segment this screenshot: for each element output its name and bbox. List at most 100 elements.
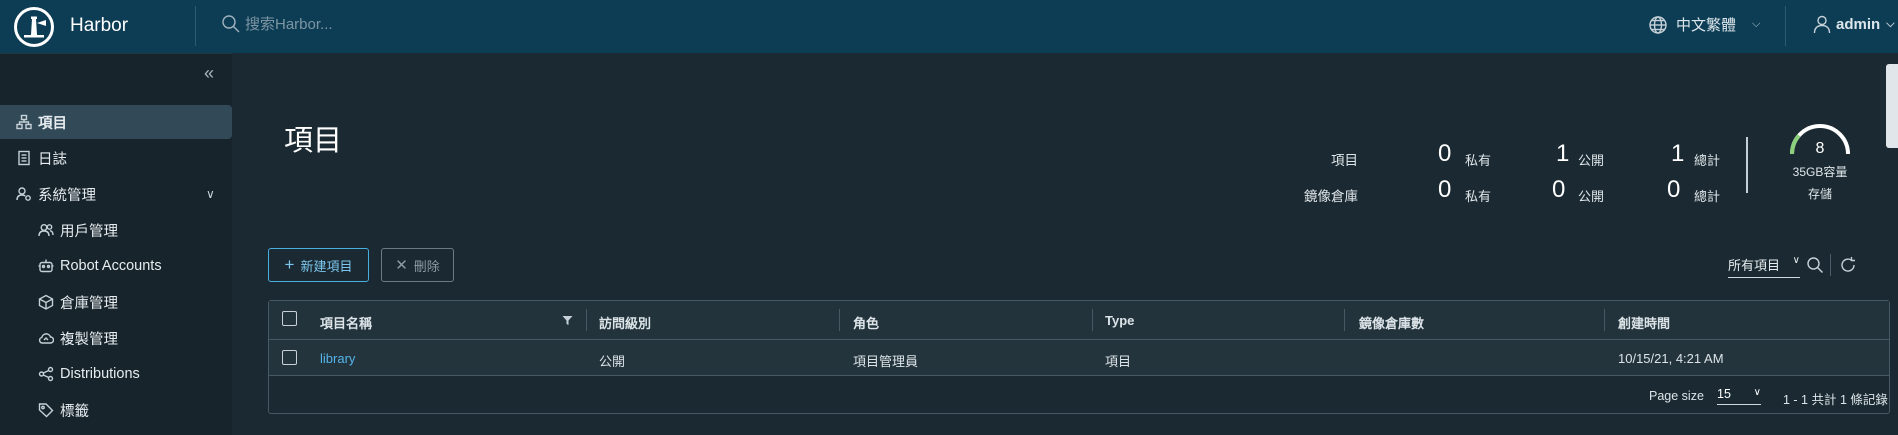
row-checkbox[interactable]	[282, 350, 297, 365]
column-header-access[interactable]: 訪問級別	[599, 313, 651, 332]
column-separator	[1344, 309, 1345, 331]
page-size-value: 15	[1717, 387, 1731, 401]
share-icon	[38, 366, 54, 382]
sidebar-item-label: Robot Accounts	[60, 258, 162, 274]
robot-icon	[38, 259, 54, 273]
sidebar-item-users[interactable]: 用戶管理	[0, 213, 232, 247]
sidebar-item-label: 倉庫管理	[60, 295, 118, 312]
sidebar-item-label: Distributions	[60, 366, 140, 382]
sidebar-item-admin[interactable]: 系統管理 ∨	[0, 177, 232, 211]
toolbar-divider	[1830, 254, 1831, 276]
delete-button[interactable]: ✕ 刪除	[381, 248, 454, 282]
storage-capacity: 35GB容量	[1792, 165, 1848, 179]
filter-selected: 所有項目	[1728, 258, 1781, 273]
sidebar: « 項目 日誌 系統管理 ∨ 用戶管理 Robot Accounts 倉庫管理 …	[0, 53, 232, 435]
cell-access: 公開	[599, 354, 626, 369]
sidebar-item-label: 標籤	[60, 403, 89, 420]
search-input[interactable]	[245, 15, 445, 33]
plus-icon: +	[284, 255, 295, 274]
cloud-icon	[38, 333, 54, 344]
new-project-label: 新建項目	[300, 258, 353, 274]
private-label: 私有	[1465, 153, 1492, 168]
delete-label: 刪除	[413, 258, 440, 274]
table-row[interactable]: library 公開 項目管理員 項目 10/15/21, 4:21 AM	[269, 340, 1889, 376]
cell-created: 10/15/21, 4:21 AM	[1618, 351, 1724, 366]
page-size-label: Page size	[1649, 389, 1704, 403]
column-separator	[1092, 309, 1093, 331]
page-size-select[interactable]: 15 ∨	[1717, 387, 1761, 405]
column-separator	[839, 309, 840, 331]
new-project-button[interactable]: + 新建項目	[268, 248, 369, 282]
column-separator	[586, 309, 587, 331]
sidebar-item-label: 項目	[38, 115, 67, 132]
column-header-created[interactable]: 創建時間	[1618, 313, 1670, 332]
side-drawer-tab[interactable]	[1886, 64, 1898, 148]
sidebar-item-label: 複製管理	[60, 331, 118, 348]
sidebar-item-labels[interactable]: 標籤	[0, 393, 232, 427]
collapse-sidebar-icon[interactable]: «	[204, 63, 214, 84]
search-icon[interactable]	[1806, 256, 1824, 274]
language-label: 中文繁體	[1676, 17, 1737, 34]
registry-icon	[38, 294, 54, 310]
total-label: 總計	[1694, 153, 1721, 168]
column-header-name[interactable]: 項目名稱	[320, 313, 372, 332]
harbor-logo[interactable]	[14, 7, 54, 47]
column-header-role[interactable]: 角色	[853, 313, 879, 332]
stats-row-label: 項目	[1331, 153, 1358, 168]
project-name-link[interactable]: library	[320, 351, 355, 366]
chevron-down-icon: ∨	[1753, 387, 1761, 398]
column-header-type[interactable]: Type	[1105, 313, 1134, 328]
projects-public-count: 1	[1556, 140, 1570, 167]
sidebar-item-projects[interactable]: 項目	[0, 105, 232, 139]
global-search[interactable]	[221, 14, 445, 34]
sidebar-item-replications[interactable]: 複製管理	[0, 321, 232, 355]
chevron-down-icon: ⌵	[1752, 18, 1761, 30]
storage-value: 8	[1815, 140, 1825, 157]
sidebar-item-label: 系統管理	[38, 187, 96, 204]
pagination-info: 1 - 1 共計 1 條記錄	[1783, 393, 1888, 407]
user-icon	[1813, 15, 1831, 34]
page-title: 項目	[284, 125, 343, 157]
chevron-down-icon: ∨	[1792, 255, 1800, 266]
projects-private-count: 0	[1438, 140, 1452, 167]
search-icon	[222, 15, 240, 33]
refresh-icon[interactable]	[1839, 256, 1857, 274]
lighthouse-icon	[24, 16, 46, 38]
top-header: Harbor 中文繁體 ⌵ admin ⌵	[0, 0, 1898, 53]
projects-total-count: 1	[1671, 140, 1685, 167]
sidebar-item-robot-accounts[interactable]: Robot Accounts	[0, 249, 232, 283]
column-header-repo-count[interactable]: 鏡像倉庫數	[1359, 313, 1424, 332]
log-icon	[18, 150, 30, 166]
stats-row-repos: 鏡像倉庫 0 私有 0 公開 0 總計	[1304, 176, 1750, 206]
stats-divider	[1746, 137, 1748, 193]
storage-label: 存儲	[1807, 187, 1832, 201]
user-menu[interactable]: admin ⌵	[1812, 14, 1895, 34]
column-separator	[1604, 309, 1605, 331]
select-all-checkbox[interactable]	[282, 311, 297, 326]
stats-row-label: 鏡像倉庫	[1304, 189, 1358, 204]
globe-icon	[1649, 15, 1667, 34]
cell-type: 項目	[1105, 354, 1132, 369]
header-divider	[1785, 6, 1786, 46]
app-name[interactable]: Harbor	[70, 15, 128, 37]
admin-icon	[16, 187, 31, 201]
public-label: 公開	[1578, 189, 1605, 204]
username: admin	[1836, 15, 1881, 33]
private-label: 私有	[1465, 189, 1492, 204]
cell-role: 項目管理員	[853, 354, 919, 369]
project-filter-select[interactable]: 所有項目 ∨	[1728, 255, 1800, 278]
filter-icon[interactable]	[562, 315, 573, 326]
table-footer: Page size 15 ∨ 1 - 1 共計 1 條記錄	[269, 377, 1889, 413]
sidebar-item-registries[interactable]: 倉庫管理	[0, 285, 232, 319]
chevron-down-icon[interactable]: ∨	[206, 187, 215, 201]
stats-row-projects: 項目 0 私有 1 公開 1 總計	[1310, 140, 1750, 170]
sidebar-item-logs[interactable]: 日誌	[0, 141, 232, 175]
sidebar-item-distributions[interactable]: Distributions	[0, 357, 232, 391]
header-divider	[195, 6, 196, 46]
repos-public-count: 0	[1552, 176, 1566, 203]
language-selector[interactable]: 中文繁體 ⌵	[1648, 14, 1760, 35]
chevron-down-icon: ⌵	[1886, 17, 1895, 30]
project-icon	[16, 114, 32, 130]
sidebar-item-label: 日誌	[38, 151, 67, 168]
repos-private-count: 0	[1438, 176, 1452, 203]
